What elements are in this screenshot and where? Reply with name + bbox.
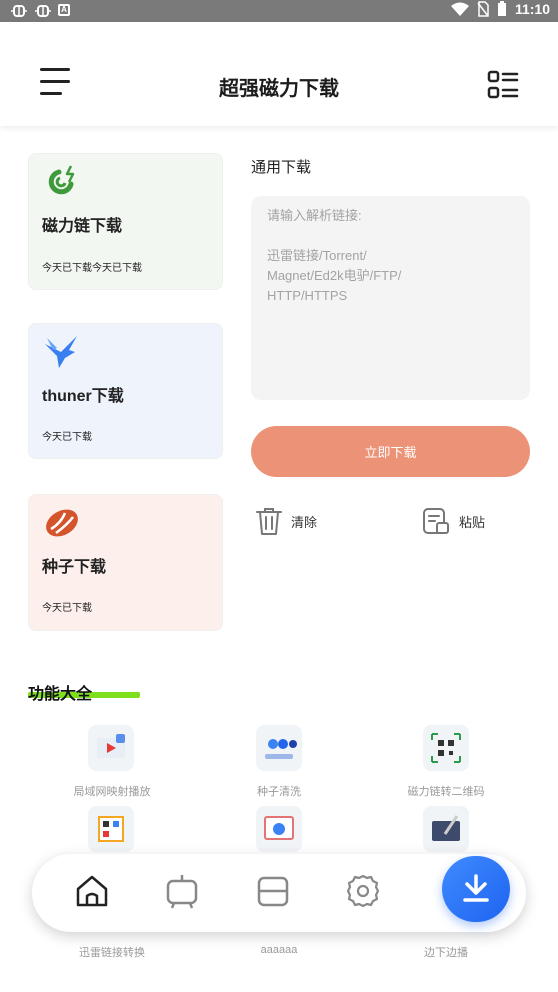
seed-download-card[interactable]: 种子下载 今天已下载: [28, 494, 223, 631]
qr-scan-icon[interactable]: [88, 806, 134, 852]
bug-icon: [10, 2, 28, 18]
battery-icon: [497, 1, 506, 16]
home-icon[interactable]: [72, 871, 112, 911]
bird-icon: [43, 332, 81, 370]
a-box-icon: A: [58, 4, 70, 16]
bug-icon: [34, 2, 52, 18]
feature-label: aaaaaa: [260, 944, 298, 956]
feature-label: 种子清洗: [257, 786, 301, 798]
general-download-label: 通用下载: [251, 159, 312, 176]
magnet-icon: [43, 162, 81, 200]
card-title: 磁力链下载: [42, 218, 123, 235]
wifi-icon: [450, 2, 469, 16]
feature-label: 磁力链转二维码: [407, 786, 485, 798]
page-title: 超强磁力下载: [219, 78, 339, 100]
qr-code-icon[interactable]: [423, 725, 469, 771]
layout-icon[interactable]: [253, 871, 293, 911]
tv-icon[interactable]: [162, 871, 202, 911]
magnet-download-card[interactable]: 磁力链下载 今天已下载今天已下载: [28, 153, 223, 290]
gears-icon[interactable]: [256, 725, 302, 771]
pen-board-icon[interactable]: [423, 806, 469, 852]
feature-section-title: 功能大全: [28, 686, 93, 703]
download-icon: [463, 874, 489, 902]
feature-label: 局域网映射播放: [73, 786, 151, 798]
link-input[interactable]: [251, 196, 530, 400]
no-sim-icon: [477, 1, 489, 17]
settings-icon[interactable]: [343, 871, 383, 911]
status-time: 11:10: [514, 1, 550, 17]
thunder-download-card[interactable]: thuner下载 今天已下载: [28, 323, 223, 459]
card-title: thuner下载: [42, 388, 124, 405]
paste-label: 粘贴: [459, 514, 486, 530]
browser-search-icon[interactable]: [256, 806, 302, 852]
feature-label: 边下边播: [424, 947, 468, 959]
app-header: 超强磁力下载: [0, 22, 558, 126]
download-now-button[interactable]: 立即下载: [251, 426, 530, 477]
feature-label: 迅雷链接转换: [79, 947, 145, 959]
clear-button[interactable]: 清除: [255, 505, 317, 537]
trash-icon: [256, 508, 282, 535]
card-subtitle: 今天已下载: [42, 432, 92, 443]
paste-button[interactable]: 粘贴: [421, 505, 485, 537]
status-bar: A 11:10: [0, 0, 558, 22]
seed-icon: [43, 503, 81, 541]
list-view-icon[interactable]: [486, 69, 520, 101]
card-title: 种子下载: [42, 559, 107, 576]
card-subtitle: 今天已下载今天已下载: [42, 263, 142, 274]
download-fab[interactable]: [442, 856, 510, 922]
paste-icon: [423, 508, 449, 534]
clear-label: 清除: [291, 514, 318, 530]
screen-cast-icon[interactable]: [88, 725, 134, 771]
card-subtitle: 今天已下载: [42, 603, 92, 614]
